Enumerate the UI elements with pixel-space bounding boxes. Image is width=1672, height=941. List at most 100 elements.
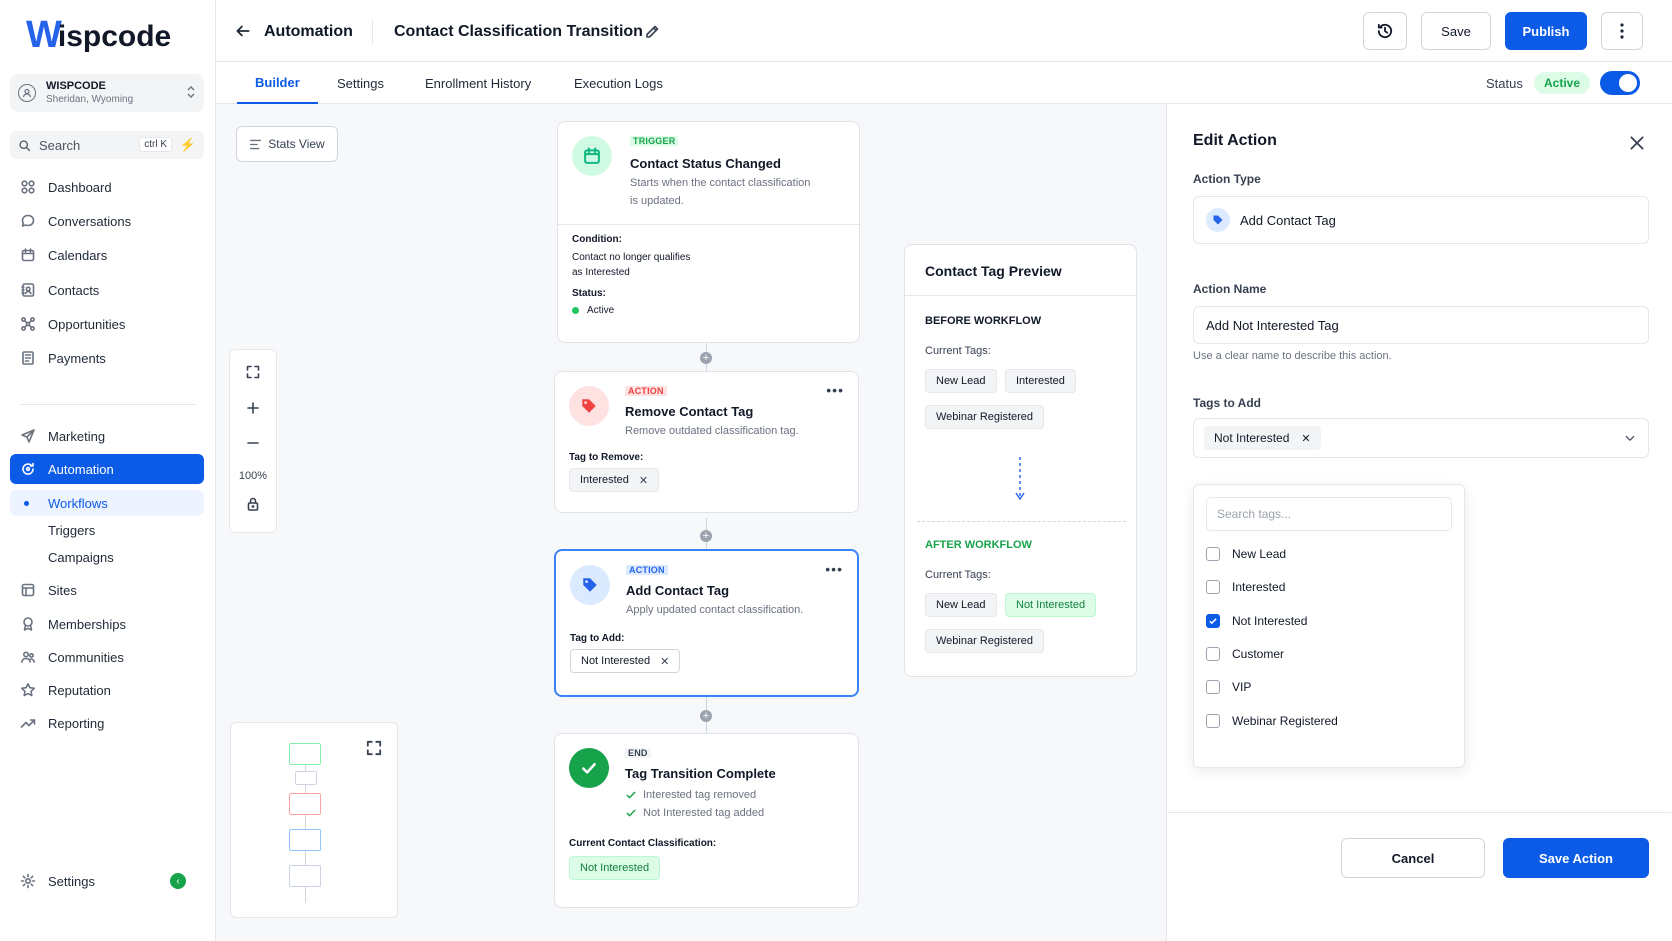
add-step-button[interactable]: +: [700, 352, 712, 364]
zoom-in-button[interactable]: [230, 400, 276, 416]
workflow-title: Contact Classification Transition: [394, 23, 643, 40]
add-step-button[interactable]: +: [700, 530, 712, 542]
action-name-input[interactable]: Add Not Interested Tag: [1193, 306, 1649, 344]
tab-enrollment-history[interactable]: Enrollment History: [425, 62, 531, 104]
check-icon: [626, 791, 636, 799]
checkbox[interactable]: [1206, 714, 1220, 728]
sidebar-subitem-triggers[interactable]: Triggers: [10, 517, 204, 543]
save-action-button[interactable]: Save Action: [1503, 838, 1649, 878]
sites-icon: [21, 583, 35, 597]
checkbox-checked[interactable]: [1206, 614, 1220, 628]
zoom-controls: 100%: [229, 349, 277, 533]
add-step-button[interactable]: +: [700, 710, 712, 722]
option-label: Not Interested: [1232, 614, 1308, 628]
zoom-out-button[interactable]: [230, 435, 276, 451]
preview-tag: New Lead: [925, 593, 997, 617]
bolt-icon[interactable]: ⚡: [180, 137, 196, 153]
cancel-button[interactable]: Cancel: [1341, 838, 1485, 878]
tab-settings[interactable]: Settings: [337, 62, 384, 104]
option-label: VIP: [1232, 680, 1252, 694]
opportunities-icon: [21, 317, 35, 331]
checklist-item: Interested tag removed: [625, 786, 756, 804]
minimap-node: [295, 771, 317, 785]
action-name-value: Add Not Interested Tag: [1206, 317, 1339, 333]
collapse-sidebar-button[interactable]: ‹: [170, 873, 186, 889]
check-icon: [626, 809, 636, 817]
sidebar-subitem-workflows[interactable]: Workflows: [10, 490, 204, 516]
sidebar-subitem-campaigns[interactable]: Campaigns: [10, 544, 204, 570]
workflow-canvas[interactable]: Stats View 100% + + + TRIGGER Contact St…: [216, 104, 1166, 941]
logo-mark: W: [26, 14, 62, 56]
tag-option-interested[interactable]: Interested: [1206, 580, 1285, 594]
sidebar-item-marketing[interactable]: Marketing: [10, 421, 204, 451]
expand-icon: [246, 365, 260, 379]
sidebar-item-memberships[interactable]: Memberships: [10, 609, 204, 639]
sidebar-item-calendars[interactable]: Calendars: [10, 240, 204, 270]
search-input[interactable]: Search ctrl K ⚡: [10, 131, 204, 159]
minimap-node: [289, 793, 321, 815]
tag-option-new-lead[interactable]: New Lead: [1206, 547, 1286, 561]
sidebar-item-conversations[interactable]: Conversations: [10, 206, 204, 236]
tag-preview-card: Contact Tag Preview BEFORE WORKFLOW Curr…: [904, 244, 1137, 677]
stats-view-button[interactable]: Stats View: [236, 126, 338, 162]
card-type-badge: TRIGGER: [630, 136, 679, 146]
edit-pencil-icon[interactable]: [644, 24, 660, 40]
sidebar-item-contacts[interactable]: Contacts: [10, 275, 204, 305]
tags-search-input[interactable]: Search tags...: [1206, 497, 1452, 531]
arrow-down-icon: [1015, 457, 1025, 503]
remove-tag-icon[interactable]: ✕: [639, 474, 648, 487]
sidebar-item-communities[interactable]: Communities: [10, 642, 204, 672]
chevron-down-icon[interactable]: [1624, 432, 1636, 444]
tag-option-customer[interactable]: Customer: [1206, 647, 1284, 661]
sidebar-item-reputation[interactable]: Reputation: [10, 675, 204, 705]
lock-button[interactable]: [230, 496, 276, 512]
card-description: Remove outdated classification tag.: [625, 425, 799, 437]
card-menu-icon[interactable]: •••: [826, 382, 844, 398]
checkbox[interactable]: [1206, 547, 1220, 561]
tag-option-webinar-registered[interactable]: Webinar Registered: [1206, 714, 1338, 728]
fit-view-button[interactable]: [230, 364, 276, 380]
remove-tag-icon[interactable]: ✕: [1301, 432, 1310, 445]
more-menu-button[interactable]: [1601, 12, 1643, 50]
sidebar-item-dashboard[interactable]: Dashboard: [10, 172, 204, 202]
account-switcher[interactable]: WISPCODE Sheridan, Wyoming: [10, 74, 204, 112]
action-card-remove-tag[interactable]: ACTION Remove Contact Tag Remove outdate…: [554, 371, 859, 513]
card-menu-icon[interactable]: •••: [825, 561, 843, 577]
minimap-expand-icon[interactable]: [365, 739, 383, 757]
card-description-line: Starts when the contact classification: [630, 177, 811, 189]
tag-chip: Not Interested ✕: [570, 649, 681, 673]
sidebar-item-reporting[interactable]: Reporting: [10, 708, 204, 738]
panel-footer-divider: [1167, 812, 1671, 813]
account-icon: [18, 84, 36, 102]
sidebar-item-settings[interactable]: Settings ‹: [10, 866, 204, 896]
active-dot: [24, 500, 29, 506]
tab-execution-logs[interactable]: Execution Logs: [574, 62, 663, 104]
remove-tag-icon[interactable]: ✕: [660, 655, 669, 668]
tags-select[interactable]: Not Interested ✕: [1193, 418, 1649, 458]
tags-dropdown: Search tags... New Lead Interested Not I…: [1193, 484, 1465, 768]
status-toggle[interactable]: [1600, 71, 1640, 95]
trigger-card[interactable]: TRIGGER Contact Status Changed Starts wh…: [557, 121, 860, 343]
back-arrow-icon[interactable]: [234, 22, 252, 40]
sidebar-item-automation[interactable]: Automation: [10, 454, 204, 484]
end-card[interactable]: END Tag Transition Complete Interested t…: [554, 733, 859, 908]
action-card-add-tag[interactable]: ACTION Add Contact Tag Apply updated con…: [554, 549, 859, 697]
history-button[interactable]: [1363, 12, 1407, 50]
minimap[interactable]: [230, 722, 398, 918]
checkbox[interactable]: [1206, 680, 1220, 694]
tag-option-not-interested[interactable]: Not Interested: [1206, 614, 1307, 628]
breadcrumb[interactable]: Automation: [264, 23, 353, 41]
publish-button[interactable]: Publish: [1505, 12, 1587, 50]
sidebar-item-sites[interactable]: Sites: [10, 575, 204, 605]
sidebar-item-opportunities[interactable]: Opportunities: [10, 309, 204, 339]
action-type-field[interactable]: Add Contact Tag: [1193, 196, 1649, 244]
sidebar-item-payments[interactable]: Payments: [10, 343, 204, 373]
save-button[interactable]: Save: [1421, 12, 1491, 50]
tag-chip-label: Interested: [580, 474, 629, 486]
close-icon[interactable]: [1628, 134, 1646, 152]
logo[interactable]: W ispcode: [26, 16, 171, 54]
tag-option-vip[interactable]: VIP: [1206, 680, 1251, 694]
checkbox[interactable]: [1206, 647, 1220, 661]
tab-builder[interactable]: Builder: [237, 62, 318, 104]
checkbox[interactable]: [1206, 580, 1220, 594]
